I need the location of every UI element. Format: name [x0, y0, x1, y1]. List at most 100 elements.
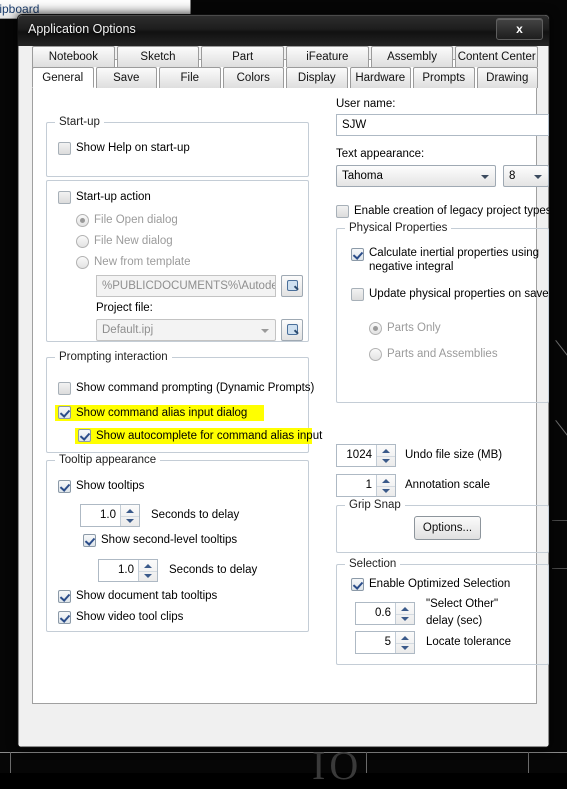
- tab-assembly[interactable]: Assembly: [370, 46, 454, 67]
- show-document-tab-tooltips-checkbox[interactable]: [58, 590, 71, 603]
- select-other-label-line2: delay (sec): [426, 615, 483, 627]
- show-video-tool-clips-label: Show video tool clips: [76, 611, 184, 623]
- update-physical-properties-label: Update physical properties on save: [369, 288, 549, 300]
- parts-and-assemblies-radio[interactable]: [369, 348, 382, 361]
- undo-spin-buttons[interactable]: [376, 445, 395, 466]
- enable-legacy-project-types-checkbox[interactable]: [336, 205, 349, 218]
- tab-display[interactable]: Display: [286, 67, 348, 88]
- background-vertical-rule-3: [528, 752, 529, 773]
- tab-prompts[interactable]: Prompts: [413, 67, 475, 88]
- undo-file-size-label: Undo file size (MB): [405, 449, 503, 461]
- template-browse-button[interactable]: [281, 275, 303, 297]
- project-file-label: Project file:: [96, 302, 153, 314]
- background-diagonal-line-1: [555, 340, 567, 373]
- background-vertical-rule-2: [366, 752, 367, 773]
- startup-action-checkbox[interactable]: [58, 191, 71, 204]
- second-level-delay-spin-buttons[interactable]: [138, 560, 157, 581]
- tab-general[interactable]: General: [32, 67, 94, 88]
- update-physical-properties-checkbox[interactable]: [351, 288, 364, 301]
- background-line-3: [552, 520, 567, 521]
- tooltip-group-legend: Tooltip appearance: [55, 454, 161, 466]
- locate-tolerance-stepper[interactable]: 5: [355, 631, 415, 654]
- file-open-dialog-radio[interactable]: [76, 214, 89, 227]
- locate-tolerance-label: Locate tolerance: [426, 636, 512, 648]
- font-family-value: Tahoma: [342, 170, 383, 182]
- annotation-spin-buttons[interactable]: [376, 475, 395, 496]
- startup-group-legend: Start-up: [55, 116, 104, 128]
- tab-ifeature[interactable]: iFeature: [286, 46, 369, 67]
- template-path-field[interactable]: %PUBLICDOCUMENTS%\Autodesk\Inv: [96, 275, 276, 297]
- application-options-dialog: Application Options x Notebook Sketch Pa…: [17, 14, 550, 748]
- tab-sketch[interactable]: Sketch: [116, 46, 200, 67]
- enable-legacy-project-types-label: Enable creation of legacy project types: [354, 205, 550, 217]
- grip-snap-legend: Grip Snap: [345, 499, 405, 511]
- second-level-delay-label: Seconds to delay: [169, 564, 258, 576]
- parts-only-label: Parts Only: [387, 322, 441, 334]
- show-tooltips-label: Show tooltips: [76, 480, 145, 492]
- dialog-title-bar[interactable]: Application Options x: [18, 15, 549, 46]
- close-icon[interactable]: x: [496, 18, 543, 40]
- tooltip-delay-spin-buttons[interactable]: [120, 505, 139, 526]
- selection-legend: Selection: [345, 558, 401, 570]
- show-help-on-startup-label: Show Help on start-up: [76, 142, 190, 154]
- show-second-level-tooltips-checkbox[interactable]: [83, 534, 96, 547]
- spinner-down-icon[interactable]: [396, 614, 414, 625]
- annotation-scale-label: Annotation scale: [405, 479, 491, 491]
- select-other-delay-stepper[interactable]: 0.6: [355, 602, 415, 625]
- show-second-level-tooltips-label: Show second-level tooltips: [101, 534, 238, 546]
- second-level-delay-stepper[interactable]: 1.0: [98, 559, 158, 582]
- new-from-template-label: New from template: [94, 256, 191, 268]
- project-file-combo[interactable]: Default.ipj: [96, 319, 276, 341]
- file-open-dialog-label: File Open dialog: [94, 214, 178, 226]
- tab-file[interactable]: File: [159, 67, 221, 88]
- user-name-label: User name:: [336, 98, 396, 110]
- show-command-alias-input-dialog-checkbox[interactable]: [58, 406, 71, 419]
- file-new-dialog-label: File New dialog: [94, 235, 173, 247]
- show-autocomplete-checkbox[interactable]: [78, 429, 91, 442]
- second-level-delay-value: 1.0: [118, 564, 134, 576]
- select-other-spin-buttons[interactable]: [395, 603, 414, 624]
- tooltip-delay-stepper[interactable]: 1.0: [80, 504, 140, 527]
- calculate-inertial-properties-checkbox[interactable]: [351, 248, 364, 261]
- file-new-dialog-radio[interactable]: [76, 235, 89, 248]
- spinner-down-icon[interactable]: [377, 456, 395, 467]
- background-diagonal-line-2: [555, 420, 567, 453]
- spinner-down-icon[interactable]: [139, 571, 157, 582]
- show-command-prompting-checkbox[interactable]: [58, 382, 71, 395]
- magnifier-icon: [287, 324, 298, 335]
- spinner-down-icon[interactable]: [121, 516, 139, 527]
- locate-tolerance-spin-buttons[interactable]: [395, 632, 414, 653]
- tab-row-upper: Notebook Sketch Part iFeature Assembly C…: [32, 46, 539, 67]
- spinner-down-icon[interactable]: [396, 643, 414, 654]
- parts-and-assemblies-label: Parts and Assemblies: [387, 348, 498, 360]
- show-video-tool-clips-checkbox[interactable]: [58, 611, 71, 624]
- background-line-4: [552, 568, 567, 569]
- undo-file-size-stepper[interactable]: 1024: [336, 444, 396, 467]
- background-glyph: ΙΟ: [312, 743, 363, 788]
- user-name-field[interactable]: SJW: [336, 114, 549, 136]
- grip-snap-options-button[interactable]: Options...: [414, 516, 481, 540]
- spinner-down-icon[interactable]: [377, 486, 395, 497]
- tooltip-delay-label: Seconds to delay: [151, 509, 240, 521]
- font-size-combo[interactable]: 8: [503, 165, 549, 187]
- new-from-template-radio[interactable]: [76, 256, 89, 269]
- show-help-on-startup-checkbox[interactable]: [58, 142, 71, 155]
- tab-part[interactable]: Part: [201, 46, 285, 67]
- enable-optimized-selection-checkbox[interactable]: [351, 578, 364, 591]
- tab-content-center[interactable]: Content Center: [455, 46, 539, 67]
- font-family-combo[interactable]: Tahoma: [336, 165, 496, 187]
- tab-drawing[interactable]: Drawing: [476, 67, 538, 88]
- select-other-label-line1: "Select Other": [426, 598, 499, 610]
- show-tooltips-checkbox[interactable]: [58, 480, 71, 493]
- annotation-scale-value: 1: [365, 479, 372, 491]
- annotation-scale-stepper[interactable]: 1: [336, 474, 396, 497]
- dialog-title: Application Options: [28, 22, 136, 36]
- tab-save[interactable]: Save: [95, 67, 157, 88]
- project-file-browse-button[interactable]: [281, 319, 303, 341]
- show-command-prompting-label: Show command prompting (Dynamic Prompts): [76, 382, 315, 394]
- tooltip-delay-value: 1.0: [100, 509, 116, 521]
- tab-hardware[interactable]: Hardware: [349, 67, 411, 88]
- tab-notebook[interactable]: Notebook: [32, 46, 115, 67]
- tab-colors[interactable]: Colors: [222, 67, 284, 88]
- parts-only-radio[interactable]: [369, 322, 382, 335]
